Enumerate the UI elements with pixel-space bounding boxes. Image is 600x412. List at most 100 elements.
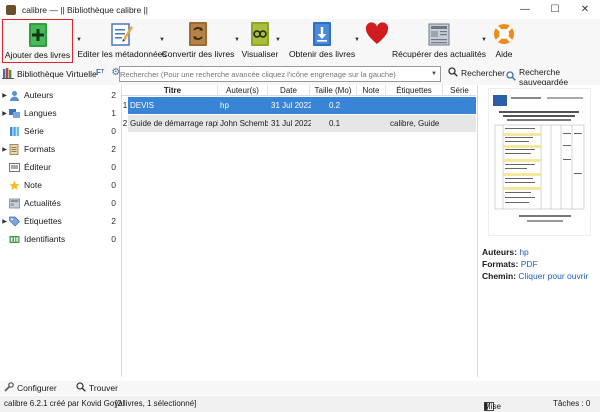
identifiers-icon <box>9 234 20 245</box>
convert-books-label: Convertir des livres <box>161 49 235 59</box>
convert-books-icon <box>186 21 210 47</box>
sidebar-item-count: 2 <box>111 90 116 100</box>
cell-author: hp <box>220 101 229 110</box>
search-button[interactable]: Rechercher <box>448 67 505 79</box>
book-details-panel: Auteurs: hp Formats: PDF Chemin: Cliquer… <box>477 85 600 377</box>
sidebar-item-label: Actualités <box>24 198 61 208</box>
add-books-button[interactable]: Ajouter des livres <box>2 19 73 63</box>
window-title: calibre — || Bibliothèque calibre || <box>22 4 149 15</box>
user-icon <box>9 90 20 101</box>
cell-author: John Schember <box>220 119 268 128</box>
sidebar-item-formats[interactable]: ▶ Formats 2 <box>0 140 122 158</box>
magnifier-icon <box>448 67 458 79</box>
find-button[interactable]: Trouver <box>76 382 118 394</box>
jobs-status[interactable]: Tâches : 0 <box>553 399 590 408</box>
add-books-label: Ajouter des livres <box>4 50 71 60</box>
fulltext-search-icon[interactable]: Fᵀ <box>96 68 104 77</box>
formats-icon <box>9 143 20 155</box>
sidebar-item-count: 0 <box>111 162 116 172</box>
wrench-icon <box>4 382 14 394</box>
saved-search-button[interactable]: Recherche sauvegardée <box>506 67 600 87</box>
edit-metadata-button[interactable]: Editer les métadonnées <box>76 19 168 63</box>
sidebar-item-count: 0 <box>111 180 116 190</box>
column-title-header[interactable]: Titre <box>128 85 218 96</box>
find-label: Trouver <box>89 383 118 393</box>
cell-rating <box>359 115 384 132</box>
cell-title: DEVIS <box>130 101 155 110</box>
book-count-status: [2 livres, 1 sélectionné] <box>115 399 197 408</box>
column-date-header[interactable]: Date <box>268 85 310 96</box>
sidebar-item-count: 0 <box>111 198 116 208</box>
help-button[interactable]: Aide <box>486 19 522 63</box>
sidebar-item-label: Note <box>24 180 42 190</box>
virtual-library-button[interactable]: Bibliothèque Virtuelle <box>2 66 97 82</box>
cell-rating <box>359 97 384 114</box>
maximize-button[interactable]: ☐ <box>540 0 570 19</box>
view-label: Visualiser <box>241 49 279 59</box>
sidebar-item-identifiers[interactable]: Identifiants 0 <box>0 230 122 248</box>
saved-search-label: Recherche sauvegardée <box>519 67 569 87</box>
convert-books-button[interactable]: Convertir des livres <box>162 19 234 63</box>
virtual-library-label: Bibliothèque Virtuelle <box>17 69 97 79</box>
open-folder-link[interactable]: Cliquer pour ouvrir <box>518 271 588 281</box>
details-path: Chemin: Cliquer pour ouvrir <box>482 271 588 281</box>
calibre-app-icon <box>6 4 16 15</box>
help-label: Aide <box>495 49 513 59</box>
cell-series <box>445 97 475 114</box>
expand-arrow-icon[interactable]: ▶ <box>0 146 9 153</box>
sidebar-item-label: Identifiants <box>24 234 66 244</box>
view-dropdown-arrow[interactable]: ▼ <box>274 37 282 45</box>
minimize-button[interactable]: — <box>510 0 540 19</box>
get-books-icon <box>310 21 334 47</box>
table-row[interactable]: 2 Guide de démarrage rapide John Schembe… <box>122 115 476 132</box>
publisher-icon <box>9 162 20 173</box>
column-tags-header[interactable]: Étiquettes <box>386 85 443 96</box>
sidebar-item-count: 1 <box>111 108 116 118</box>
fetch-news-button[interactable]: Récupérer des actualités <box>392 19 486 63</box>
sidebar-item-label: Éditeur <box>24 162 51 172</box>
donate-heart-button[interactable] <box>362 19 392 63</box>
expand-arrow-icon[interactable]: ▶ <box>0 218 9 225</box>
column-series-header[interactable]: Série <box>443 85 476 96</box>
search-history-dropdown-icon[interactable]: ▼ <box>428 71 440 77</box>
search-input[interactable] <box>120 67 428 81</box>
cell-series <box>445 115 475 132</box>
table-header: Titre Auteur(s) Date Taille (Mo) Note Ét… <box>122 85 476 96</box>
languages-icon <box>9 108 20 119</box>
column-authors-header[interactable]: Auteur(s) <box>218 85 268 96</box>
sidebar-item-count: 2 <box>111 144 116 154</box>
lifebuoy-icon <box>492 21 516 47</box>
table-row[interactable]: 1 DEVIS hp 31 Jul 2022 0.2 <box>122 97 476 114</box>
status-bar: calibre 6.2.1 créé par Kovid Goyal [2 li… <box>0 396 600 412</box>
details-formats: Formats: PDF <box>482 259 538 269</box>
close-button[interactable]: ✕ <box>570 0 600 19</box>
expand-arrow-icon[interactable]: ▶ <box>0 110 9 117</box>
search-input-box[interactable]: ▼ <box>119 66 441 82</box>
expand-arrow-icon[interactable]: ▶ <box>0 92 9 99</box>
configure-button[interactable]: Configurer <box>4 382 57 394</box>
column-rating-header[interactable]: Note <box>357 85 386 96</box>
get-books-dropdown-arrow[interactable]: ▼ <box>353 37 361 45</box>
search-button-label: Rechercher <box>461 68 505 78</box>
book-cover-thumbnail[interactable] <box>488 88 591 236</box>
saved-search-icon <box>506 71 516 83</box>
view-book-icon <box>248 21 272 47</box>
sidebar-item-news[interactable]: Actualités 0 <box>0 194 122 212</box>
column-size-header[interactable]: Taille (Mo) <box>310 85 357 96</box>
newspaper-icon <box>427 21 451 47</box>
get-books-button[interactable]: Obtenir des livres <box>289 19 355 63</box>
authors-link[interactable]: hp <box>519 247 528 257</box>
cell-tags <box>388 97 442 114</box>
sidebar-item-label: Série <box>24 126 44 136</box>
sidebar-item-count: 2 <box>111 216 116 226</box>
edit-metadata-label: Editer les métadonnées <box>77 49 167 59</box>
sidebar-item-publisher[interactable]: Éditeur 0 <box>0 158 122 176</box>
series-icon <box>9 126 20 137</box>
sidebar-item-rating[interactable]: Note 0 <box>0 176 122 194</box>
sidebar-item-authors[interactable]: ▶ Auteurs 2 <box>0 86 122 104</box>
cell-date: 31 Jul 2022 <box>271 101 311 110</box>
sidebar-item-languages[interactable]: ▶ Langues 1 <box>0 104 122 122</box>
sidebar-item-tags[interactable]: ▶ Étiquettes 2 <box>0 212 122 230</box>
formats-link[interactable]: PDF <box>521 259 538 269</box>
sidebar-item-series[interactable]: Série 0 <box>0 122 122 140</box>
